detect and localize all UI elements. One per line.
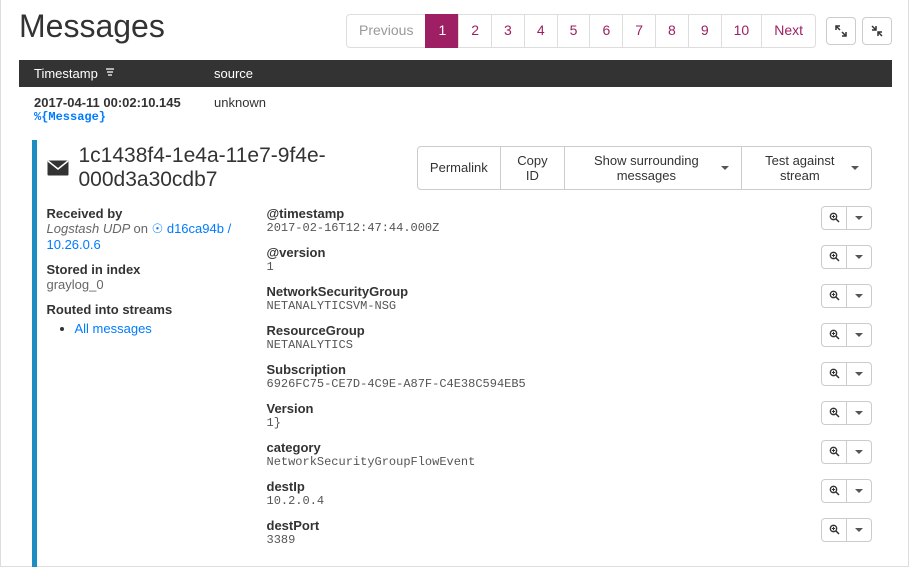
field-menu-button[interactable] — [846, 206, 872, 230]
surrounding-button[interactable]: Show surrounding messages — [564, 146, 741, 190]
field-row: destIp10.2.0.4 — [267, 479, 873, 508]
field-name: destPort — [267, 518, 320, 533]
message-preview: %{Message} — [34, 110, 189, 124]
field-value: 2017-02-16T12:47:44.000Z — [267, 221, 440, 235]
field-row: destPort3389 — [267, 518, 873, 547]
pagination-next[interactable]: Next — [762, 15, 815, 47]
pagination-page-8[interactable]: 8 — [656, 15, 688, 47]
field-row: @version1 — [267, 245, 873, 274]
routed-streams-label: Routed into streams — [47, 302, 247, 317]
field-row: Version1} — [267, 401, 873, 430]
zoom-icon[interactable] — [821, 362, 847, 386]
pagination-page-2[interactable]: 2 — [459, 15, 491, 47]
received-by-value: Logstash UDP on ☉ d16ca94b / 10.26.0.6 — [47, 221, 247, 252]
message-actions: Permalink Copy ID Show surrounding messa… — [418, 146, 872, 190]
zoom-icon[interactable] — [821, 401, 847, 425]
pagination-page-3[interactable]: 3 — [492, 15, 524, 47]
field-value: NETANALYTICS — [267, 338, 365, 352]
field-row: @timestamp2017-02-16T12:47:44.000Z — [267, 206, 873, 235]
field-value: 6926FC75-CE7D-4C9E-A87F-C4E38C594EB5 — [267, 377, 526, 391]
chevron-down-icon — [721, 166, 729, 170]
field-menu-button[interactable] — [846, 284, 872, 308]
chevron-down-icon — [851, 166, 859, 170]
zoom-icon[interactable] — [821, 479, 847, 503]
field-row: ResourceGroupNETANALYTICS — [267, 323, 873, 352]
field-value: NetworkSecurityGroupFlowEvent — [267, 455, 476, 469]
zoom-icon[interactable] — [821, 245, 847, 269]
column-timestamp[interactable]: Timestamp — [22, 60, 202, 87]
zoom-icon[interactable] — [821, 323, 847, 347]
field-menu-button[interactable] — [846, 440, 872, 464]
field-value: 10.2.0.4 — [267, 494, 325, 508]
pagination-page-7[interactable]: 7 — [623, 15, 655, 47]
zoom-icon[interactable] — [821, 440, 847, 464]
message-id: 1c1438f4-1e4a-11e7-9f4e-000d3a30cdb7 — [79, 144, 418, 192]
pagination-page-4[interactable]: 4 — [525, 15, 557, 47]
node-icon: ☉ — [152, 221, 164, 236]
field-row: categoryNetworkSecurityGroupFlowEvent — [267, 440, 873, 469]
field-value: 1 — [267, 260, 326, 274]
field-name: ResourceGroup — [267, 323, 365, 338]
field-name: @timestamp — [267, 206, 440, 221]
cell-source: unknown — [202, 87, 893, 132]
field-value: 3389 — [267, 533, 320, 547]
sort-desc-icon — [105, 66, 115, 81]
field-name: destIp — [267, 479, 325, 494]
page-title: Messages — [19, 8, 165, 45]
pagination-page-9[interactable]: 9 — [689, 15, 721, 47]
field-value: 1} — [267, 416, 314, 430]
field-menu-button[interactable] — [846, 479, 872, 503]
pagination-page-5[interactable]: 5 — [558, 15, 590, 47]
pagination: Previous12345678910Next — [347, 14, 816, 48]
field-name: @version — [267, 245, 326, 260]
field-menu-button[interactable] — [846, 245, 872, 269]
field-name: Version — [267, 401, 314, 416]
field-name: NetworkSecurityGroup — [267, 284, 409, 299]
column-label: Timestamp — [34, 66, 98, 81]
stored-index-label: Stored in index — [47, 262, 247, 277]
collapse-icon[interactable] — [862, 17, 892, 45]
pagination-page-1[interactable]: 1 — [426, 15, 458, 47]
field-menu-button[interactable] — [846, 323, 872, 347]
expand-icon[interactable] — [826, 17, 856, 45]
copy-id-button[interactable]: Copy ID — [500, 146, 565, 190]
envelope-icon — [47, 160, 69, 176]
pagination-page-6[interactable]: 6 — [590, 15, 622, 47]
field-row: Subscription6926FC75-CE7D-4C9E-A87F-C4E3… — [267, 362, 873, 391]
table-row[interactable]: 2017-04-11 00:02:10.145 %{Message} unkno… — [22, 87, 893, 132]
field-row: NetworkSecurityGroupNETANALYTICSVM-NSG — [267, 284, 873, 313]
pagination-prev: Previous — [347, 15, 425, 47]
cell-timestamp: 2017-04-11 00:02:10.145 %{Message} — [22, 87, 202, 132]
test-stream-button[interactable]: Test against stream — [741, 146, 872, 190]
stored-index-value: graylog_0 — [47, 277, 247, 292]
column-source[interactable]: source — [202, 60, 893, 87]
pagination-page-10[interactable]: 10 — [722, 15, 762, 47]
field-menu-button[interactable] — [846, 518, 872, 542]
zoom-icon[interactable] — [821, 518, 847, 542]
field-menu-button[interactable] — [846, 401, 872, 425]
permalink-button[interactable]: Permalink — [417, 146, 501, 190]
field-name: Subscription — [267, 362, 526, 377]
received-by-label: Received by — [47, 206, 247, 221]
column-label: source — [214, 66, 253, 81]
zoom-icon[interactable] — [821, 206, 847, 230]
field-name: category — [267, 440, 476, 455]
zoom-icon[interactable] — [821, 284, 847, 308]
field-menu-button[interactable] — [846, 362, 872, 386]
stream-link[interactable]: All messages — [75, 321, 152, 336]
field-value: NETANALYTICSVM-NSG — [267, 299, 409, 313]
